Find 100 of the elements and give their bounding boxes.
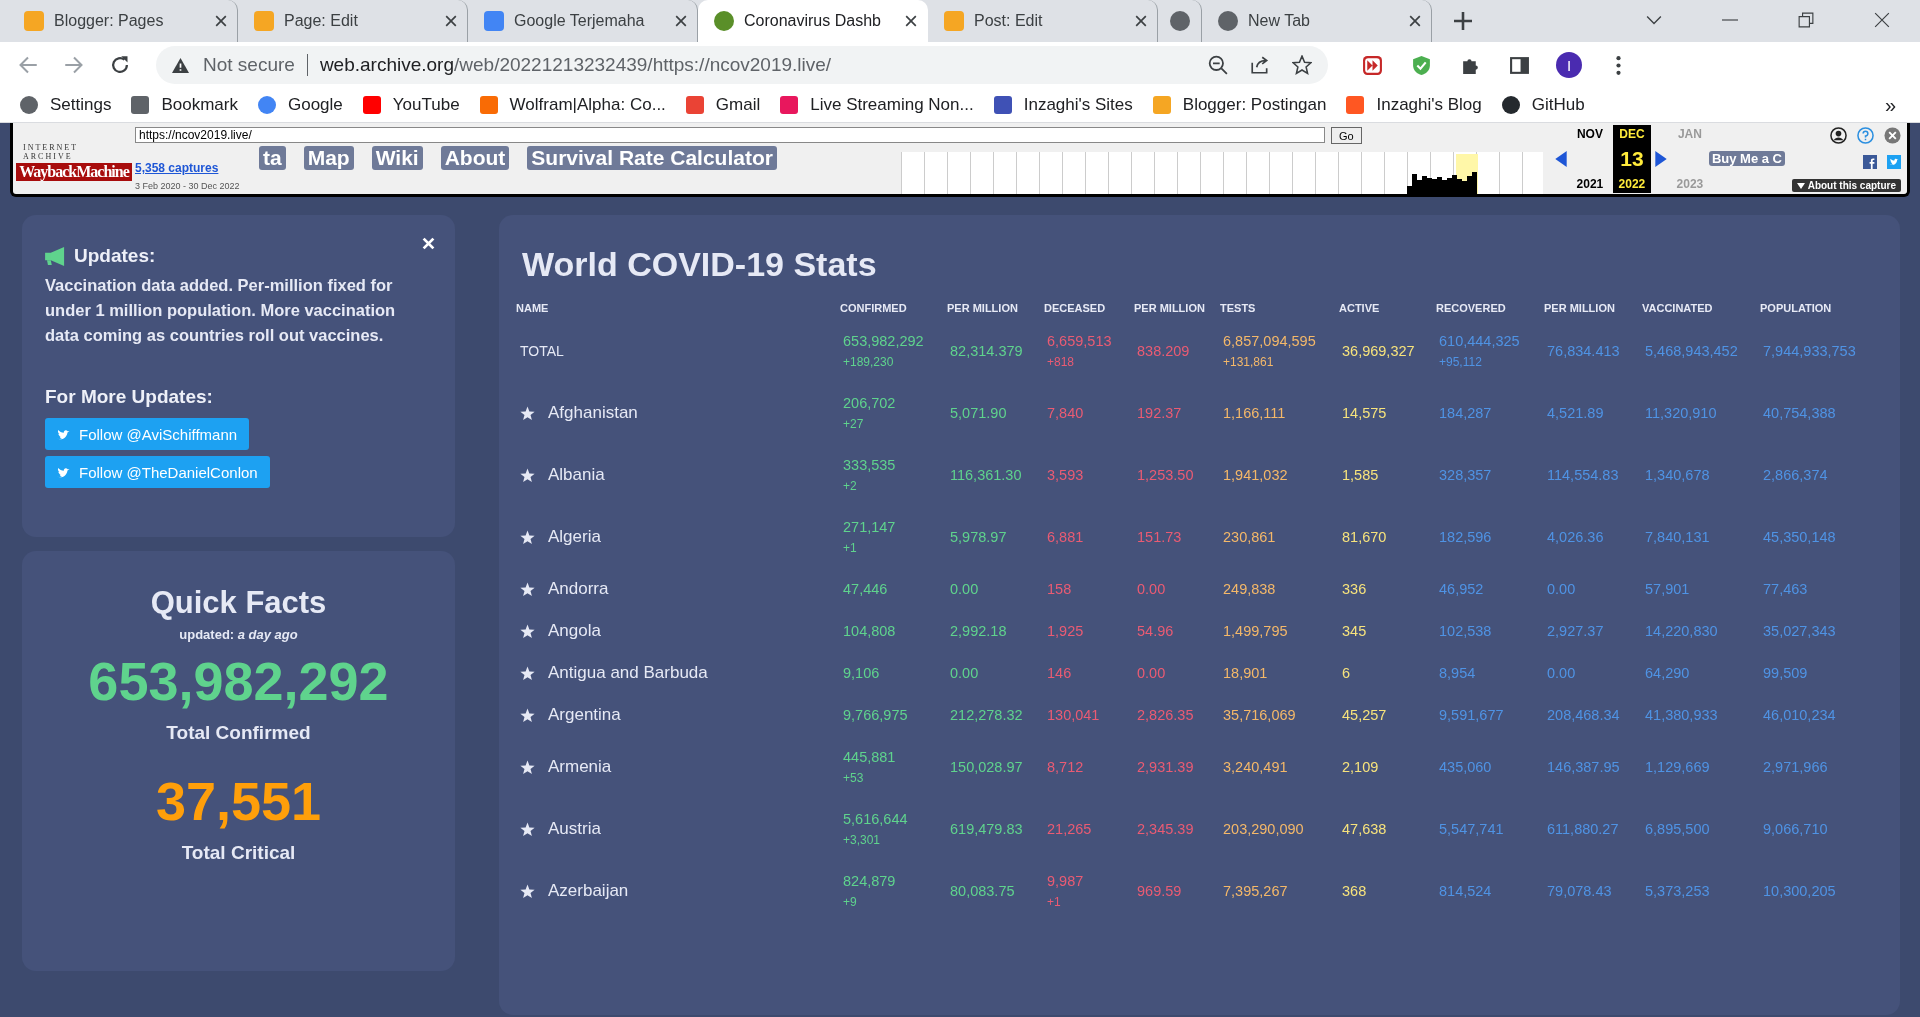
close-icon[interactable] — [905, 15, 917, 27]
bookmark-item[interactable]: GitHub — [1501, 95, 1585, 115]
column-header[interactable]: DECEASED — [1044, 302, 1134, 314]
nav-link[interactable]: Survival Rate Calculator — [527, 146, 777, 170]
address-bar[interactable]: Not secure web.archive.org/web/20221213232439/https://ncov2019.live/ — [156, 46, 1328, 84]
facebook-icon[interactable] — [1863, 154, 1877, 169]
close-icon[interactable] — [1409, 15, 1421, 27]
warning-icon — [172, 57, 189, 73]
more-bookmarks[interactable]: » — [1884, 93, 1896, 117]
url-field[interactable]: https://ncov2019.live/ — [135, 127, 1325, 143]
bookmark-item[interactable]: Settings — [20, 95, 112, 115]
country-name[interactable]: Austria — [548, 819, 601, 839]
country-name[interactable]: Angola — [548, 621, 601, 641]
donate-link[interactable]: Buy Me a C — [1708, 151, 1785, 166]
table-cell-text: 182,596 — [1439, 528, 1492, 547]
forward-icon[interactable] — [64, 55, 84, 75]
column-header[interactable]: PER MILLION — [1134, 302, 1220, 314]
twitter-icon[interactable] — [1887, 154, 1901, 169]
close-icon[interactable] — [215, 15, 227, 27]
profile-avatar[interactable]: I — [1556, 52, 1582, 78]
table-cell-text: 77,463 — [1763, 580, 1808, 599]
column-header[interactable]: NAME — [516, 302, 840, 314]
timeline-track[interactable] — [900, 152, 1543, 194]
column-header[interactable]: POPULATION — [1760, 302, 1880, 314]
country-name[interactable]: Algeria — [548, 527, 601, 547]
country-name[interactable]: Andorra — [548, 579, 609, 599]
close-icon[interactable] — [1135, 15, 1147, 27]
new-tab-icon[interactable] — [1454, 12, 1472, 30]
close-icon[interactable] — [445, 15, 457, 27]
archive-label: INTERNET ARCHIVE — [23, 142, 79, 161]
table-cell-text: 5,373,253 — [1645, 882, 1710, 901]
table-cell-text: 5,616,644 — [843, 810, 908, 829]
country-name[interactable]: TOTAL — [520, 343, 564, 359]
about-capture-button[interactable]: About this capture — [1791, 179, 1901, 192]
table-cell-text: 203,290,090 — [1223, 820, 1304, 839]
column-header[interactable]: TESTS — [1220, 302, 1339, 314]
previous-arrow-icon[interactable] — [1554, 150, 1567, 167]
restore-icon[interactable] — [1798, 12, 1814, 28]
captures-link[interactable]: 5,358 captures — [135, 161, 245, 175]
capture-month[interactable]: DEC 13 2022 — [1612, 124, 1651, 193]
browser-tab[interactable]: Coronavirus Dashb — [698, 0, 928, 42]
column-header[interactable]: ACTIVE — [1339, 302, 1436, 314]
column-header[interactable]: CONFIRMED — [840, 302, 947, 314]
nav-link[interactable]: Wiki — [371, 146, 423, 170]
country-name[interactable]: Afghanistan — [548, 403, 638, 423]
column-header[interactable]: RECOVERED — [1436, 302, 1544, 314]
table-cell-text: 192.37 — [1137, 404, 1182, 423]
go-button[interactable]: Go — [1331, 127, 1362, 144]
bookmark-item[interactable]: Inzaghi's Sites — [993, 95, 1133, 115]
table-cell-text: 619,479.83 — [950, 820, 1023, 839]
country-name[interactable]: Antigua and Barbuda — [548, 663, 708, 683]
column-header[interactable]: VACCINATED — [1642, 302, 1760, 314]
shield-icon[interactable] — [1411, 54, 1432, 76]
daily-change: +27 — [843, 416, 864, 433]
close-icon[interactable] — [675, 15, 687, 27]
table-cell-text: 82,314.379 — [950, 342, 1023, 361]
help-icon[interactable] — [1857, 127, 1874, 144]
country-name[interactable]: Armenia — [548, 757, 612, 777]
fast-forward-icon[interactable] — [1362, 54, 1383, 76]
bookmark-item[interactable]: Bookmark — [131, 95, 238, 115]
wayback-logo[interactable]: WaybackMachine — [16, 162, 132, 181]
nav-link[interactable]: About — [440, 146, 510, 170]
side-panel-icon[interactable] — [1509, 54, 1530, 76]
capture-month[interactable]: NOV 2021 — [1570, 124, 1609, 193]
country-name[interactable]: Argentina — [548, 705, 621, 725]
updated-label: updated: a day ago — [179, 627, 298, 642]
reload-icon[interactable] — [110, 55, 130, 75]
user-icon[interactable] — [1830, 127, 1847, 144]
bookmark-item[interactable]: Live Streaming Non... — [780, 95, 974, 115]
table-cell-text: 435,060 — [1439, 758, 1492, 777]
table-cell-text: 206,702 — [843, 394, 896, 413]
bookmark-item[interactable]: Blogger: Postingan — [1152, 95, 1327, 115]
capture-bars — [1406, 172, 1477, 194]
next-arrow-icon[interactable] — [1654, 150, 1667, 167]
close-icon[interactable] — [1884, 127, 1901, 144]
table-cell-text: 7,395,267 — [1223, 882, 1288, 901]
share-icon[interactable] — [1250, 55, 1270, 75]
bookmark-item[interactable]: Google — [257, 95, 343, 115]
nav-link[interactable]: Map — [303, 146, 354, 170]
zoom-out-icon[interactable] — [1208, 55, 1228, 75]
country-name[interactable]: Azerbaijan — [548, 881, 629, 901]
close-icon[interactable] — [1874, 12, 1890, 28]
dot-icon — [1170, 11, 1190, 31]
table-cell-text: 47,638 — [1342, 820, 1387, 839]
table-cell-text: 102,538 — [1439, 622, 1492, 641]
nav-link[interactable]: ta — [259, 146, 286, 170]
bookmark-item[interactable]: Gmail — [685, 95, 761, 115]
table-cell-text: 18,901 — [1223, 664, 1268, 683]
back-icon[interactable] — [18, 55, 38, 75]
table-cell-text: 445,881 — [843, 748, 896, 767]
bookmark-item[interactable]: Wolfram|Alpha: Co... — [479, 95, 666, 115]
column-header[interactable]: PER MILLION — [1544, 302, 1642, 314]
country-name[interactable]: Albania — [548, 465, 605, 485]
table-cell-text: 8,954 — [1439, 664, 1476, 683]
bookmark-item[interactable]: YouTube — [362, 95, 460, 115]
table-cell-text: 6,895,500 — [1645, 820, 1710, 839]
bookmark-item[interactable]: Inzaghi's Blog — [1346, 95, 1482, 115]
column-header[interactable]: PER MILLION — [947, 302, 1044, 314]
table-cell-text: 14,220,830 — [1645, 622, 1718, 641]
updates-title: Updates: — [74, 245, 156, 267]
